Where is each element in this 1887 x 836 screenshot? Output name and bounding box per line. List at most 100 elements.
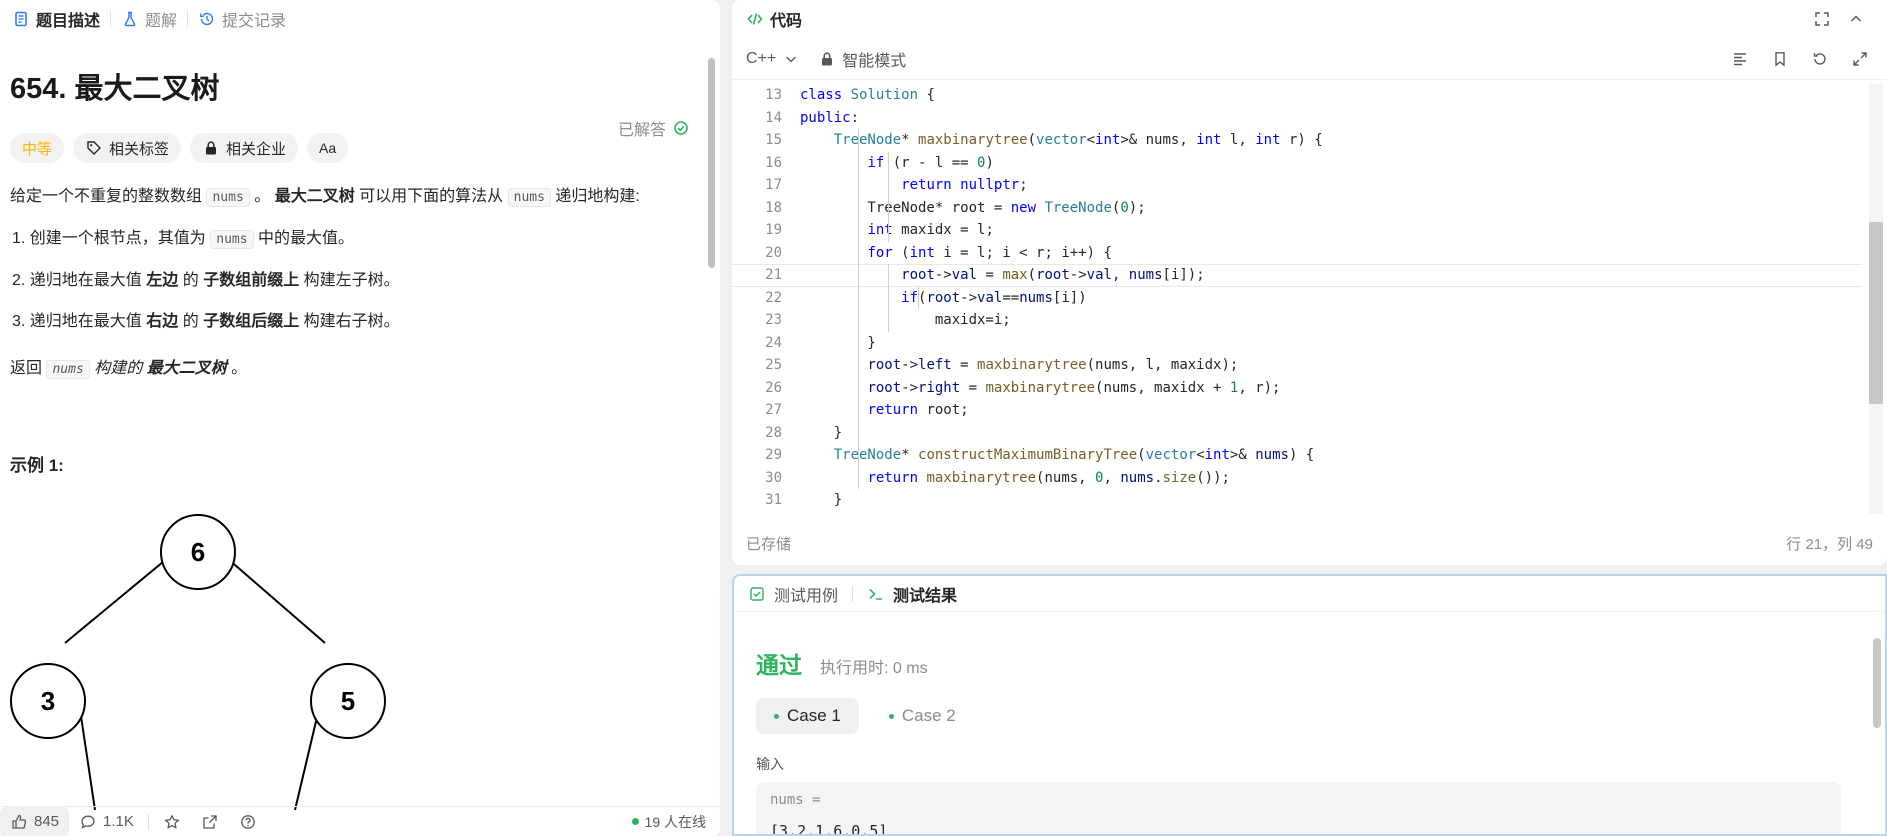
scrollbar-thumb[interactable] xyxy=(708,58,715,268)
case-tab-2[interactable]: Case 2 xyxy=(871,698,974,734)
editor-toolbar-actions xyxy=(1731,50,1887,68)
step-bold: 子数组后缀上 xyxy=(203,313,300,330)
code-line[interactable]: 14 public: xyxy=(732,107,1862,130)
case-tab-1[interactable]: Case 1 xyxy=(756,698,859,734)
step-number: 1. xyxy=(12,230,26,247)
code-line[interactable]: 16 if (r - l == 0) xyxy=(732,152,1862,175)
code-line[interactable]: 21 root->val = max(root->val, nums[i]); xyxy=(732,264,1862,287)
comment-count: 1.1K xyxy=(103,813,134,830)
code-text: } xyxy=(800,492,843,508)
related-companies-label: 相关企业 xyxy=(226,140,287,158)
case-tabs: Case 1 Case 2 xyxy=(756,698,974,734)
code-scrollbar[interactable] xyxy=(1869,84,1883,514)
code-line[interactable]: 26 root->right = maxbinarytree(nums, max… xyxy=(732,377,1862,400)
comments-button[interactable]: 1.1K xyxy=(69,813,144,831)
code-line[interactable]: 29 TreeNode* constructMaximumBinaryTree(… xyxy=(732,444,1862,467)
bookmark-icon[interactable] xyxy=(1771,50,1789,68)
inline-code: nums xyxy=(210,230,254,249)
code-text: for (int i = l; i < r; i++) { xyxy=(867,244,1112,261)
code-text: } xyxy=(800,424,843,441)
intro-text: 给定一个不重复的整数数组 xyxy=(10,188,203,205)
editor-title: 代码 xyxy=(770,13,803,30)
indent-guide xyxy=(888,151,889,242)
test-result-panel: 测试用例 测试结果 通过 执行用时: 0 ms Case 1 Case 2 输入… xyxy=(732,574,1887,836)
line-number: 29 xyxy=(765,447,782,463)
step-number: 2. xyxy=(12,272,26,289)
step-text: 创建一个根节点，其值为 xyxy=(29,230,206,247)
code-line[interactable]: 23 maxidx=i; xyxy=(732,309,1862,332)
chevron-down-icon xyxy=(782,50,800,68)
line-number: 17 xyxy=(765,177,782,193)
font-size-button[interactable]: Aa xyxy=(307,133,349,163)
tab-submissions-label: 提交记录 xyxy=(222,13,287,30)
line-number: 22 xyxy=(765,289,782,306)
online-count: 19 人在线 xyxy=(644,813,706,830)
tab-test-result[interactable]: 测试结果 xyxy=(867,582,957,606)
step-text: 的 xyxy=(182,272,199,289)
language-value: C++ xyxy=(746,49,777,67)
line-number: 19 xyxy=(765,222,782,238)
problem-tags: 中等 相关标签 相关企业 Aa xyxy=(10,133,710,163)
code-line[interactable]: 27 return root; xyxy=(732,399,1862,422)
line-number: 27 xyxy=(765,402,782,418)
fullscreen-icon[interactable] xyxy=(1813,10,1831,28)
code-line[interactable]: 24 } xyxy=(732,332,1862,355)
code-line[interactable]: 31 } xyxy=(732,489,1862,512)
share-button[interactable] xyxy=(191,813,229,831)
chevron-up-icon[interactable] xyxy=(1847,10,1865,28)
tab-description-label: 题目描述 xyxy=(36,13,101,30)
result-scrollbar[interactable] xyxy=(1873,638,1881,728)
help-button[interactable] xyxy=(229,813,267,831)
favorite-button[interactable] xyxy=(153,813,191,831)
result-tabs: 测试用例 测试结果 xyxy=(734,576,1885,612)
online-status: 19 人在线 xyxy=(631,812,706,832)
code-line[interactable]: 18 TreeNode* root = new TreeNode(0); xyxy=(732,197,1862,220)
online-dot xyxy=(631,818,639,825)
bar-divider xyxy=(147,813,149,830)
problem-title: 654. 最大二叉树 xyxy=(10,73,220,105)
scrollbar-thumb[interactable] xyxy=(1869,222,1883,404)
editor-header-actions xyxy=(1813,10,1887,28)
code-line[interactable]: 25 root->left = maxbinarytree(nums, l, m… xyxy=(732,354,1862,377)
tab-description[interactable]: 题目描述 xyxy=(6,7,106,31)
step-bold: 左边 xyxy=(146,272,179,289)
return-bold: 最大二叉树 xyxy=(146,360,227,377)
code-text: TreeNode* root = new TreeNode(0); xyxy=(800,199,1146,216)
smart-mode-toggle[interactable]: 智能模式 xyxy=(818,47,906,71)
related-companies-button[interactable]: 相关企业 xyxy=(190,133,299,163)
step-item: 2. 递归地在最大值 左边 的 子数组前缀上 构建左子树。 xyxy=(10,267,710,294)
format-icon[interactable] xyxy=(1731,50,1749,68)
code-line[interactable]: 17 return nullptr; xyxy=(732,174,1862,197)
tab-solutions[interactable]: 题解 xyxy=(115,7,183,31)
expand-icon[interactable] xyxy=(1851,50,1869,68)
code-line[interactable]: 28 } xyxy=(732,422,1862,445)
code-line[interactable]: 15 TreeNode* maxbinarytree(vector<int>& … xyxy=(732,129,1862,152)
share-icon xyxy=(201,813,219,831)
reset-icon[interactable] xyxy=(1811,50,1829,68)
lock-icon xyxy=(818,50,836,68)
code-line[interactable]: 19 int maxidx = l; xyxy=(732,219,1862,242)
example-title: 示例 1: xyxy=(10,456,64,475)
tree-edge xyxy=(219,551,326,644)
code-area[interactable]: 13 class Solution {14 public: 15 TreeNode* … xyxy=(732,84,1862,514)
line-number: 25 xyxy=(765,357,782,373)
tab-testcase[interactable]: 测试用例 xyxy=(748,582,838,606)
line-number: 18 xyxy=(765,199,782,216)
return-text: 返回 xyxy=(10,360,43,377)
code-line[interactable]: 22 if(root->val==nums[i]) xyxy=(732,287,1862,310)
comment-icon xyxy=(79,813,97,831)
code-line[interactable]: 13 class Solution { xyxy=(732,84,1862,107)
return-italic: 构建的 xyxy=(94,360,143,377)
smart-mode-label: 智能模式 xyxy=(842,52,907,70)
related-tags-button[interactable]: 相关标签 xyxy=(73,133,182,163)
tab-submissions[interactable]: 提交记录 xyxy=(192,7,292,31)
code-text: return root; xyxy=(867,402,969,418)
language-select[interactable]: C++ xyxy=(746,50,800,68)
tab-divider xyxy=(187,11,189,27)
code-line[interactable]: 30 return maxbinarytree(nums, 0, nums.si… xyxy=(732,467,1862,490)
description-scrollbar[interactable] xyxy=(708,48,716,798)
like-button[interactable]: 845 xyxy=(0,806,70,836)
code-line[interactable]: 20 for (int i = l; i < r; i++) { xyxy=(732,242,1862,265)
difficulty-badge[interactable]: 中等 xyxy=(10,133,65,163)
runtime-text: 执行用时: 0 ms xyxy=(820,660,928,677)
